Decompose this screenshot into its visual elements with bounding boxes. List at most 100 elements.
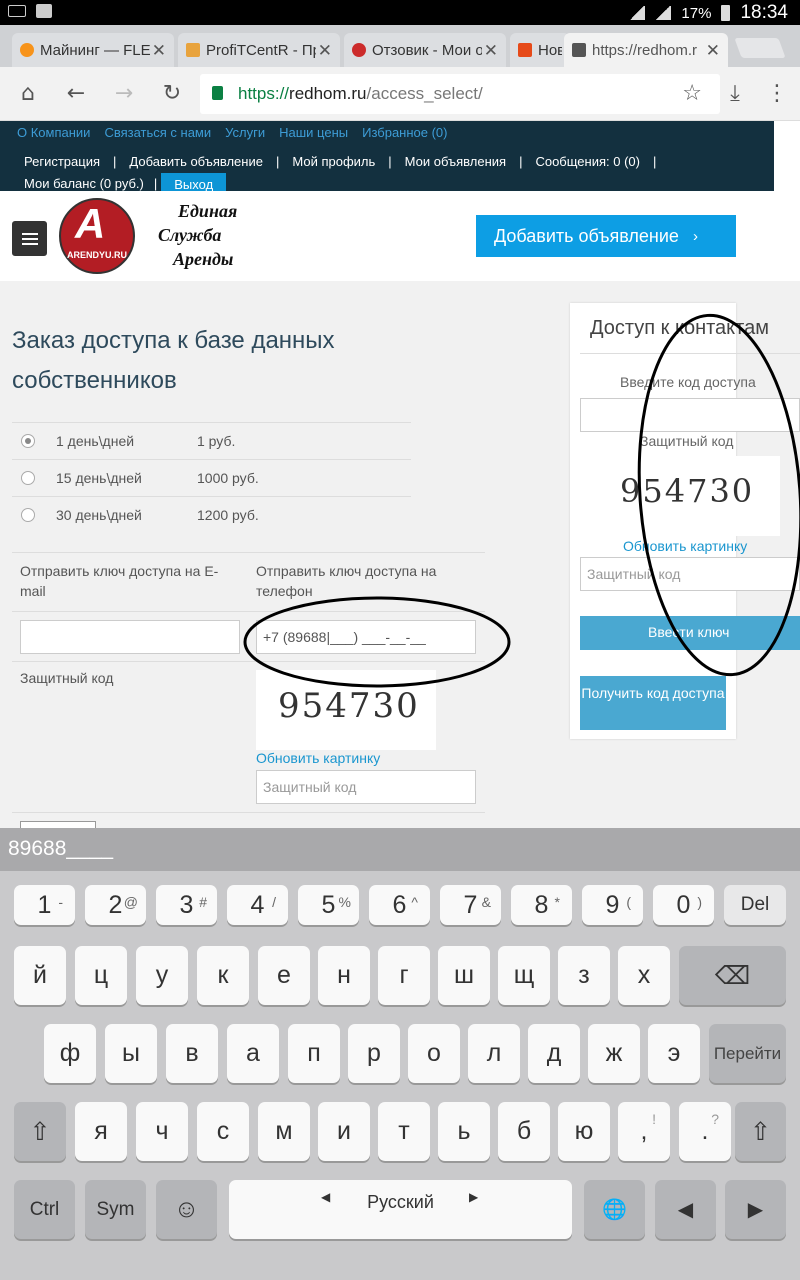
- key-ц[interactable]: ц: [75, 946, 127, 1005]
- key-щ[interactable]: щ: [498, 946, 550, 1005]
- emoji-icon[interactable]: ☺: [156, 1180, 217, 1239]
- key-9[interactable]: 9(: [582, 885, 643, 925]
- download-icon[interactable]: ⤓: [722, 81, 748, 106]
- bookmark-star-icon[interactable]: ☆: [682, 81, 702, 106]
- nav-link-register[interactable]: Регистрация: [24, 151, 100, 173]
- tab-profitcentr[interactable]: ProfiTCentR - Пр ✕: [178, 33, 340, 67]
- key-у[interactable]: у: [136, 946, 188, 1005]
- key-д[interactable]: д: [528, 1024, 580, 1083]
- key-5[interactable]: 5%: [298, 885, 359, 925]
- key-й[interactable]: й: [14, 946, 66, 1005]
- key-н[interactable]: н: [318, 946, 370, 1005]
- key-6[interactable]: 6 ^: [369, 885, 430, 925]
- close-icon[interactable]: ✕: [484, 41, 498, 61]
- nav-link-add-ad[interactable]: Добавить объявление: [129, 151, 263, 173]
- key-4[interactable]: 4/: [227, 885, 288, 925]
- refresh-captcha-link[interactable]: Обновить картинку: [623, 538, 747, 554]
- key-т[interactable]: т: [378, 1102, 430, 1161]
- globe-icon[interactable]: 🌐: [584, 1180, 645, 1239]
- key-и[interactable]: и: [318, 1102, 370, 1161]
- tab-mining[interactable]: Майнинг — FLEE ✕: [12, 33, 174, 67]
- nav-link-prices[interactable]: Наши цены: [279, 125, 348, 140]
- key-з[interactable]: з: [558, 946, 610, 1005]
- key-ф[interactable]: ф: [44, 1024, 96, 1083]
- key-0[interactable]: 0): [653, 885, 714, 925]
- key-ю[interactable]: ю: [558, 1102, 610, 1161]
- access-code-input[interactable]: [580, 398, 800, 432]
- shift-right-key[interactable]: ⇧: [735, 1102, 786, 1161]
- captcha-input[interactable]: Защитный код: [580, 557, 800, 591]
- site-logo[interactable]: A ARENDYU.RU: [59, 198, 135, 274]
- plan-radio[interactable]: [21, 471, 35, 485]
- nav-link-profile[interactable]: Мой профиль: [292, 151, 375, 173]
- cursor-right-key[interactable]: ▶: [725, 1180, 786, 1239]
- period-key[interactable]: .?: [679, 1102, 731, 1161]
- add-ad-button[interactable]: Добавить объявление ›: [476, 215, 736, 257]
- key-г[interactable]: г: [378, 946, 430, 1005]
- key-х[interactable]: х: [618, 946, 670, 1005]
- new-tab-button[interactable]: [734, 38, 786, 58]
- reload-icon[interactable]: ↻: [159, 81, 185, 106]
- nav-link-services[interactable]: Услуги: [225, 125, 265, 140]
- key-о[interactable]: о: [408, 1024, 460, 1083]
- tab-new[interactable]: Нов: [510, 33, 570, 67]
- key-ж[interactable]: ж: [588, 1024, 640, 1083]
- tab-otzovik[interactable]: Отзовик - Мои о ✕: [344, 33, 506, 67]
- space-key[interactable]: ◀ Русский ▶: [229, 1180, 572, 1239]
- nav-link-about[interactable]: О Компании: [17, 125, 90, 140]
- comma-key[interactable]: ,!: [618, 1102, 670, 1161]
- menu-icon[interactable]: ⋮: [764, 81, 790, 106]
- plan-radio[interactable]: [21, 508, 35, 522]
- address-bar[interactable]: https://redhom.ru/access_select/ ☆: [200, 74, 720, 114]
- key-м[interactable]: м: [258, 1102, 310, 1161]
- ctrl-key[interactable]: Ctrl: [14, 1180, 75, 1239]
- nav-link-my-ads[interactable]: Мои объявления: [405, 151, 506, 173]
- key-э[interactable]: э: [648, 1024, 700, 1083]
- key-е[interactable]: е: [258, 946, 310, 1005]
- captcha-input[interactable]: Защитный код: [256, 770, 476, 804]
- nav-link-favorites[interactable]: Избранное (0): [362, 125, 447, 140]
- key-7[interactable]: 7 &: [440, 885, 501, 925]
- key-я[interactable]: я: [75, 1102, 127, 1161]
- phone-field[interactable]: +7 (89688|___) ___-__-__: [256, 620, 476, 654]
- cursor-left-key[interactable]: ◀: [655, 1180, 716, 1239]
- key-1[interactable]: 1-: [14, 885, 75, 925]
- key-3[interactable]: 3 #: [156, 885, 217, 925]
- backspace-key[interactable]: ⌫: [679, 946, 786, 1005]
- get-code-button[interactable]: Получить код доступа: [580, 676, 726, 730]
- key-п[interactable]: п: [288, 1024, 340, 1083]
- close-icon[interactable]: ✕: [318, 41, 332, 61]
- key-8[interactable]: 8 *: [511, 885, 572, 925]
- key-в[interactable]: в: [166, 1024, 218, 1083]
- forward-icon[interactable]: →: [111, 81, 137, 106]
- sym-key[interactable]: Sym: [85, 1180, 146, 1239]
- enter-key-button[interactable]: Ввести ключ: [580, 616, 800, 650]
- close-icon[interactable]: ✕: [152, 41, 166, 61]
- email-field[interactable]: [20, 620, 240, 654]
- nav-link-messages[interactable]: Сообщения: 0 (0): [535, 151, 640, 173]
- back-icon[interactable]: ←: [63, 81, 89, 106]
- key-р[interactable]: р: [348, 1024, 400, 1083]
- plan-option[interactable]: 30 день\дней 1200 руб.: [12, 496, 411, 533]
- refresh-captcha-link[interactable]: Обновить картинку: [256, 750, 380, 766]
- home-icon[interactable]: ⌂: [15, 81, 41, 106]
- close-icon[interactable]: ✕: [706, 41, 720, 61]
- key-б[interactable]: б: [498, 1102, 550, 1161]
- key-ь[interactable]: ь: [438, 1102, 490, 1161]
- key-ы[interactable]: ы: [105, 1024, 157, 1083]
- key-к[interactable]: к: [197, 946, 249, 1005]
- plan-radio[interactable]: [21, 434, 35, 448]
- key-2[interactable]: 2 @: [85, 885, 146, 925]
- key-л[interactable]: л: [468, 1024, 520, 1083]
- delete-key[interactable]: Del: [724, 885, 786, 925]
- plan-option[interactable]: 1 день\дней 1 руб.: [12, 422, 411, 459]
- key-с[interactable]: с: [197, 1102, 249, 1161]
- key-а[interactable]: а: [227, 1024, 279, 1083]
- go-key[interactable]: Перейти: [709, 1024, 786, 1083]
- plan-option[interactable]: 15 день\дней 1000 руб.: [12, 459, 411, 496]
- shift-left-key[interactable]: ⇧: [14, 1102, 66, 1161]
- key-ш[interactable]: ш: [438, 946, 490, 1005]
- nav-link-contact[interactable]: Связаться с нами: [104, 125, 211, 140]
- tab-redhom[interactable]: https://redhom.r ✕: [564, 33, 728, 67]
- hamburger-menu-icon[interactable]: [12, 221, 47, 256]
